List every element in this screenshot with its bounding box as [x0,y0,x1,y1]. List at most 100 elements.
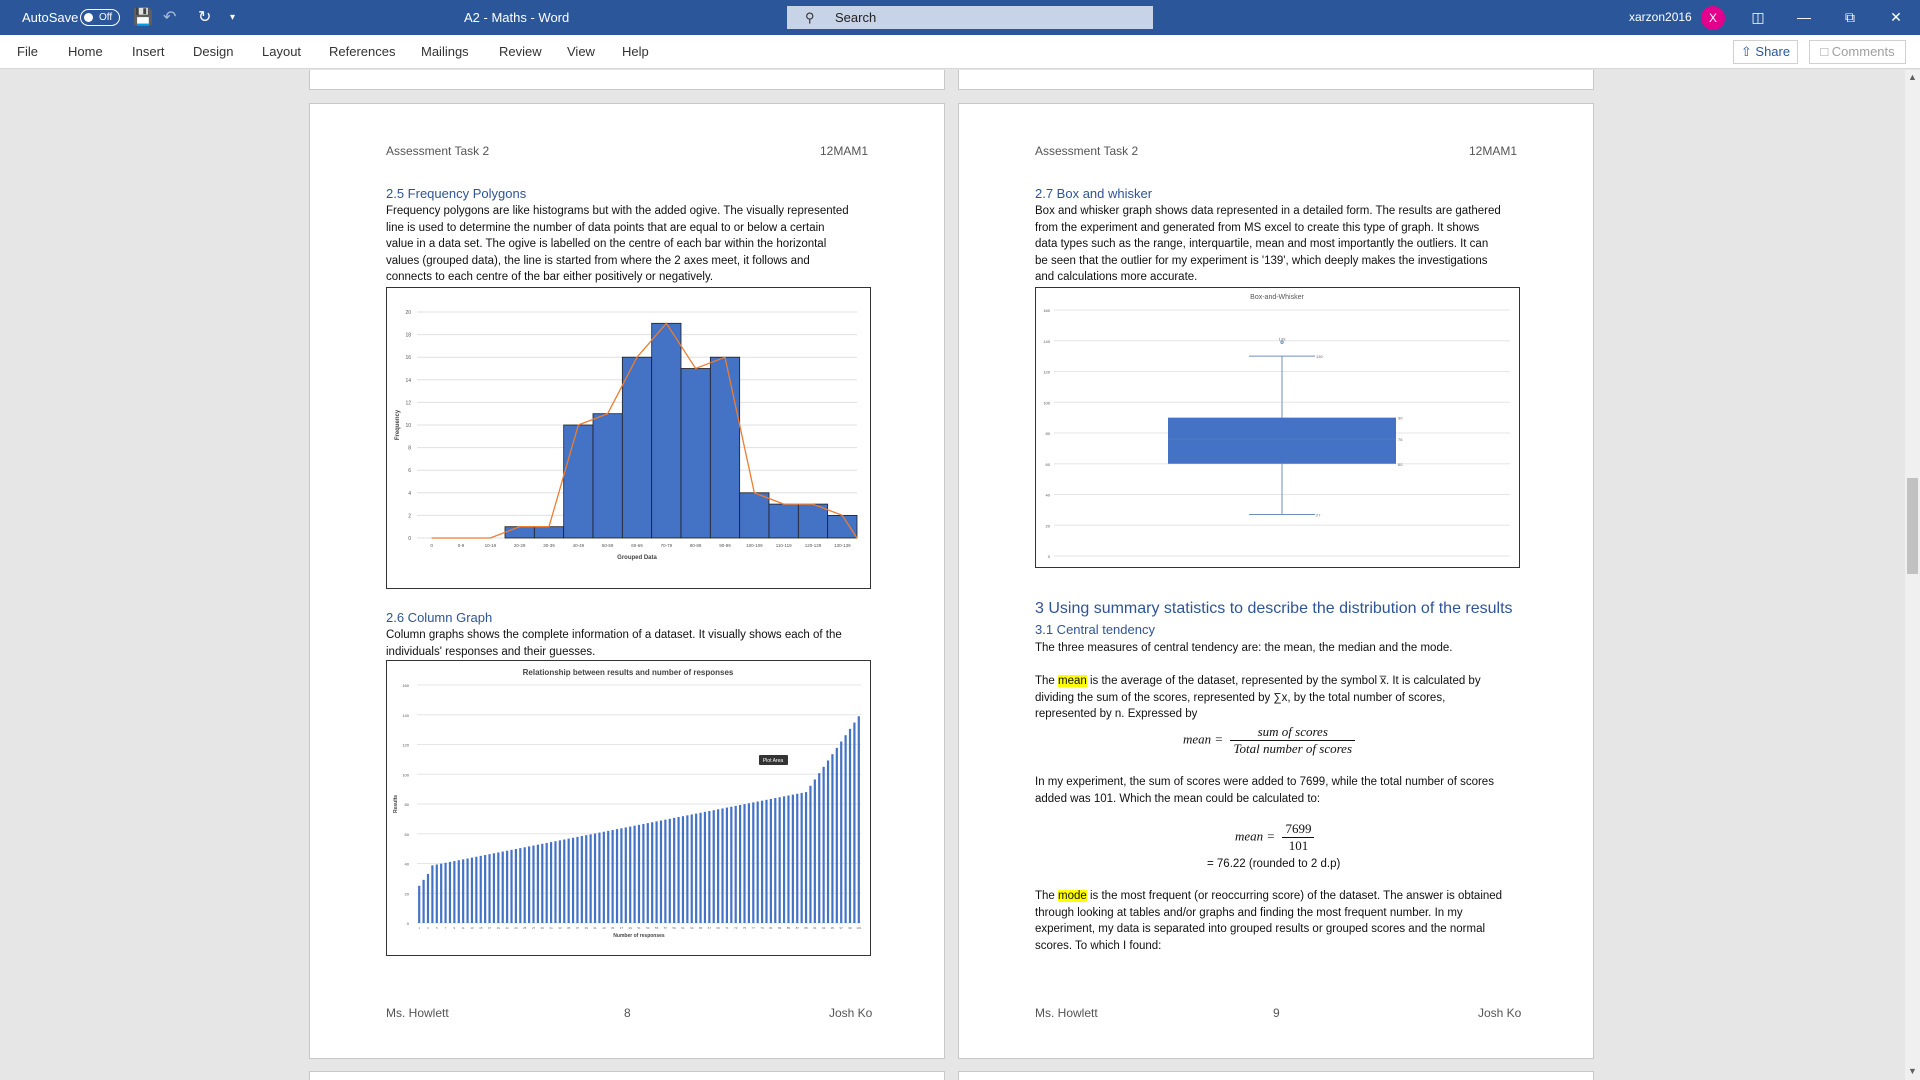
column-bar [717,809,720,923]
search-box[interactable]: ⚲ Search [787,6,1153,29]
y-tick-label: 140 [1043,339,1050,344]
tab-references[interactable]: References [329,35,395,69]
tab-insert[interactable]: Insert [132,35,165,69]
x-tick-label: 67 [708,926,712,930]
header-left: Assessment Task 2 [1035,144,1139,158]
data-label: 27 [1316,512,1321,517]
comments-button[interactable]: □ Comments [1809,40,1906,64]
x-tick-label: 5 [436,926,438,930]
redo-icon[interactable]: ↻ [198,0,211,35]
y-tick-label: 160 [1043,308,1050,313]
tab-review[interactable]: Review [499,35,542,69]
tab-home[interactable]: Home [68,35,103,69]
x-tick-label: 9 [454,926,456,930]
column-bar [549,842,553,923]
column-bar [646,823,649,923]
x-tick-label: 87 [796,926,800,930]
tab-help[interactable]: Help [622,35,649,69]
column-bar [585,835,588,923]
frequency-polygon-chart[interactable]: 0 2 4 6 8 10 12 14 16 18 20 0 0-9 10-19 20-29 30-39 40-4… [386,287,871,589]
tab-view[interactable]: View [567,35,595,69]
column-bar [629,826,632,923]
column-bar [453,861,456,923]
column-bar [677,817,680,923]
histogram-svg: 0 2 4 6 8 10 12 14 16 18 20 0 0-9 10-19 20-29 30-39 40-4… [395,310,858,561]
column-bar [848,728,852,923]
x-tick-label: 80-89 [690,543,702,548]
x-tick-label: 40-49 [573,543,585,548]
subsection-heading: 3.1 Central tendency [1035,622,1155,637]
user-name[interactable]: xarzon2016 [1629,0,1692,35]
denominator: 101 [1288,838,1309,853]
x-tick-label: 57 [664,926,668,930]
x-tick-label: 21 [505,926,509,930]
column-bar [497,852,500,923]
vertical-scrollbar[interactable] [1905,70,1920,1080]
histogram-bar [827,514,858,539]
denominator: Total number of scores [1233,741,1353,756]
x-tick-label: 45 [611,926,615,930]
column-bar [659,820,663,923]
document-title: A2 - Maths - Word [464,10,570,25]
histogram-bar [768,503,799,539]
column-bar [519,848,522,923]
tab-design[interactable]: Design [193,35,233,69]
column-bar [712,810,715,923]
column-graph-chart[interactable]: Relationship between results and number … [386,660,871,956]
save-icon[interactable]: 💾 [133,0,153,35]
tab-file[interactable]: File [17,35,38,69]
box-whisker-chart[interactable]: Box-and-Whisker 0 20 40 60 80 100 120 140 160 130 2… [1035,287,1520,568]
tab-layout[interactable]: Layout [262,35,301,69]
y-tick-label: 140 [402,713,409,718]
customize-toolbar-icon[interactable]: ▾ [230,0,235,35]
y-tick-label: 40 [1046,493,1051,498]
outlier-point [1280,340,1284,344]
y-tick-label: 20 [1046,523,1051,528]
footer-left: Ms. Howlett [1035,1006,1098,1020]
minimize-icon[interactable]: — [1781,0,1827,35]
section-heading: 2.5 Frequency Polygons [386,186,527,201]
document-canvas: Assessment Task 2 12MAM1 2.5 Frequency P… [0,70,1905,1080]
iqr-box [1168,417,1396,464]
scrollbar-thumb[interactable] [1907,478,1918,574]
text-line: dividing the sum of the scores, represen… [1035,691,1446,704]
scroll-up-icon[interactable]: ▲ [1905,70,1920,85]
tab-mailings[interactable]: Mailings [421,35,469,69]
histogram-bar [797,503,829,539]
histogram-bar [680,368,711,539]
page-number: 9 [1273,1006,1280,1020]
ribbon-display-options-icon[interactable]: ◫ [1735,0,1781,35]
page-8[interactable]: Assessment Task 2 12MAM1 2.5 Frequency P… [309,103,945,1059]
x-tick-label: 90-99 [719,543,731,548]
text-line: and calculations more accurate. [1035,271,1198,283]
x-tick-label: 59 [672,926,676,930]
x-tick-label: 23 [514,926,518,930]
histogram-bar [739,492,770,539]
x-tick-label: 99 [848,926,852,930]
text-line: line is used to determine the number of … [386,221,825,234]
scroll-down-icon[interactable]: ▼ [1905,1064,1920,1079]
column-bar [620,828,623,923]
page-9[interactable]: Assessment Task 2 12MAM1 2.7 Box and whi… [958,103,1594,1059]
column-bar [545,842,548,923]
undo-icon[interactable]: ↶ [163,0,176,35]
paragraph: Column graphs shows the complete informa… [386,627,842,660]
x-tick-label: 31 [549,926,553,930]
close-icon[interactable]: ✕ [1873,0,1919,35]
share-button[interactable]: ⇧ Share [1733,40,1798,64]
column-bar [563,839,566,923]
column-bar [479,855,482,923]
y-tick-label: 100 [402,772,409,777]
x-tick-label: 0-9 [458,543,465,548]
chart-title: Box-and-Whisker [1250,294,1304,301]
autosave-toggle[interactable]: Off [80,9,120,26]
data-label: 130 [1316,354,1323,359]
avatar[interactable]: X [1701,6,1725,30]
numerator: 7699 [1282,821,1315,838]
restore-icon[interactable]: ⧉ [1827,0,1873,35]
column-bar [607,830,610,923]
next-page-top [958,1071,1594,1080]
x-tick-label: 101 [856,926,861,930]
column-bar [536,844,539,923]
y-tick-label: 100 [1043,400,1050,405]
